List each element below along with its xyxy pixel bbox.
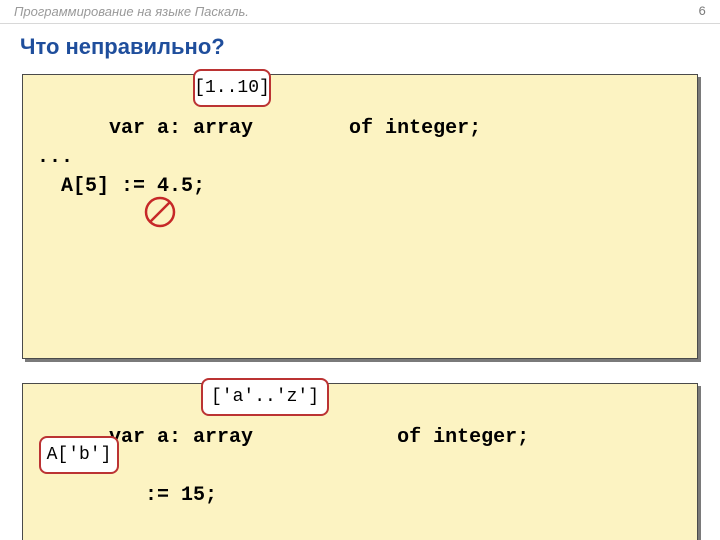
callout-range-1-text: [1..10] [194, 79, 270, 98]
code-text-1: var a: array of integer; ... A[5] := 4.5… [37, 117, 481, 198]
callout-range-2: ['a'..'z'] [201, 378, 329, 416]
callout-index-2: A['b'] [39, 436, 119, 474]
slide-title: Что неправильно? [0, 24, 720, 74]
code-block-1: var a: array of integer; ... A[5] := 4.5… [22, 74, 698, 359]
callout-range-2-text: ['a'..'z'] [211, 388, 319, 407]
callout-range-1: [1..10] [193, 69, 271, 107]
code-block-2: var a: array of integer; ... := 15; ['a'… [22, 383, 698, 540]
header-subject: Программирование на языке Паскаль. [14, 4, 698, 19]
cross-icon [143, 137, 177, 171]
page-number: 6 [698, 4, 706, 19]
callout-index-2-text: A['b'] [47, 446, 112, 465]
header-bar: Программирование на языке Паскаль. 6 [0, 0, 720, 24]
